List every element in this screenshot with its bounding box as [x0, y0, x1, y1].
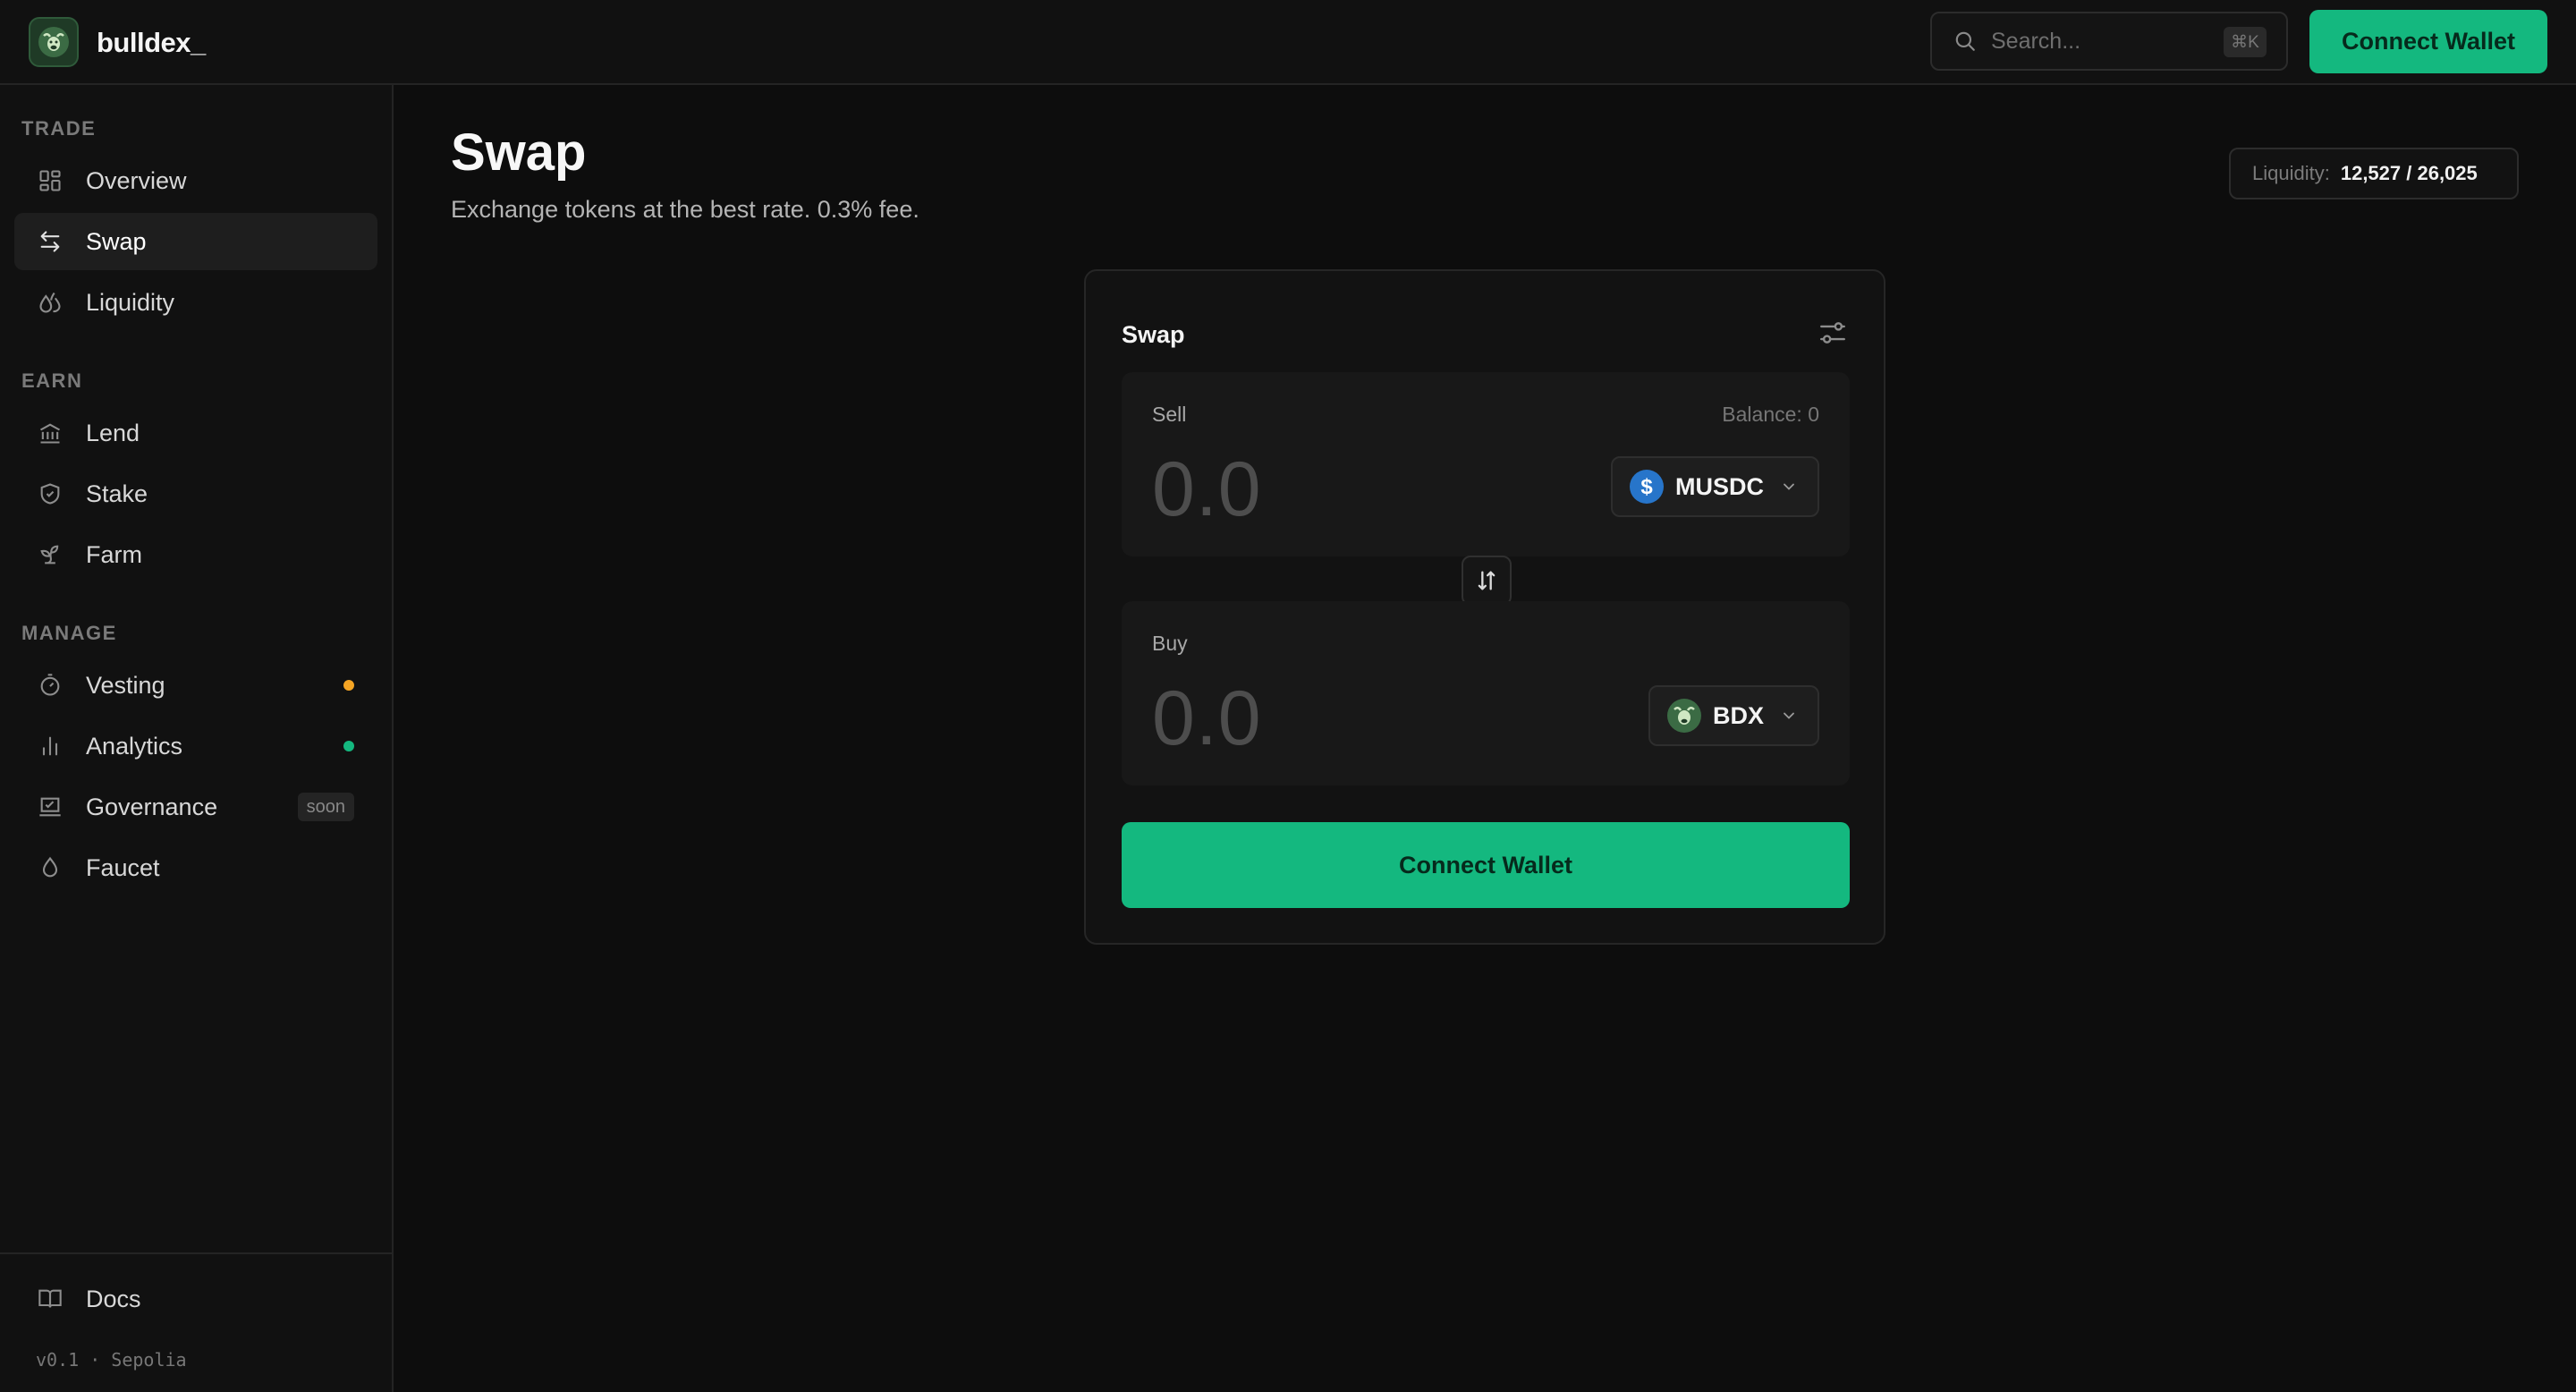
sidebar-item-stake[interactable]: Stake [14, 465, 377, 522]
sell-token-select[interactable]: $ MUSDC [1611, 456, 1819, 517]
sidebar-item-label: Lend [86, 419, 140, 446]
chevron-down-icon [1784, 712, 1794, 719]
svg-text:$: $ [1640, 475, 1653, 499]
soon-badge: soon [297, 793, 354, 821]
section-label-trade: TRADE [21, 117, 97, 140]
sidebar-item-vesting[interactable]: Vesting [14, 657, 377, 714]
sidebar-item-faucet[interactable]: Faucet [14, 839, 377, 896]
droplet-icon [36, 853, 64, 882]
analytics-status-dot [343, 741, 354, 751]
settings-sliders-icon[interactable] [1818, 318, 1848, 348]
usdc-token-icon: $ [1630, 470, 1664, 504]
swap-card-title: Swap [1122, 321, 1185, 348]
sidebar-item-governance[interactable]: Governance soon [14, 778, 377, 836]
swap-direction-button[interactable] [1462, 556, 1512, 606]
buy-label: Buy [1152, 632, 1188, 655]
buy-panel: Buy 0.0 BDX [1122, 601, 1850, 785]
sidebar-item-label: Farm [86, 540, 142, 568]
sidebar-item-label: Swap [86, 227, 147, 255]
page-title: Swap [451, 123, 587, 182]
sidebar-item-label: Liquidity [86, 288, 175, 316]
sidebar: TRADE Overview Swap Liquidity EARN Lend … [0, 85, 394, 1392]
liquidity-label: Liquidity: [2252, 162, 2330, 184]
timer-icon [36, 671, 64, 700]
swap-card: Swap Sell Balance: 0 0.0 $ MUSDC Buy 0.0… [1084, 269, 1885, 945]
sidebar-item-label: Faucet [86, 853, 160, 881]
sidebar-item-lend[interactable]: Lend [14, 404, 377, 462]
vesting-status-dot [343, 680, 354, 691]
sidebar-item-label: Analytics [86, 732, 183, 760]
bdx-token-icon [1666, 699, 1701, 733]
liquidity-value: 12,527 / 26,025 [2340, 162, 2478, 184]
sell-token-name: MUSDC [1675, 472, 1764, 500]
sidebar-item-overview[interactable]: Overview [14, 152, 377, 209]
page-subtitle: Exchange tokens at the best rate. 0.3% f… [451, 196, 919, 223]
bar-chart-icon [36, 732, 64, 760]
sidebar-item-farm[interactable]: Farm [14, 526, 377, 583]
section-label-manage: MANAGE [21, 622, 117, 644]
sell-label: Sell [1152, 403, 1187, 426]
buy-amount-input[interactable]: 0.0 [1152, 675, 1262, 763]
sell-balance: Balance: 0 [1722, 403, 1819, 426]
version-label: v0.1 · Sepolia [36, 1349, 187, 1371]
sidebar-item-label: Overview [86, 166, 187, 194]
buy-token-name: BDX [1712, 701, 1764, 729]
search-input[interactable]: Search... ⌘K [1930, 12, 2288, 71]
swap-arrows-icon [36, 227, 64, 256]
book-icon [36, 1285, 64, 1313]
section-label-earn: EARN [21, 369, 83, 392]
sidebar-item-docs[interactable]: Docs [14, 1270, 377, 1328]
sidebar-item-label: Vesting [86, 671, 165, 699]
sidebar-item-label: Stake [86, 480, 148, 507]
sell-amount-input[interactable]: 0.0 [1152, 446, 1262, 534]
ballot-icon [36, 793, 64, 821]
sidebar-item-label: Docs [86, 1285, 141, 1312]
chevron-down-icon [1784, 483, 1794, 490]
bank-icon [36, 419, 64, 447]
buy-token-select[interactable]: BDX [1648, 685, 1819, 746]
liquidity-stat: Liquidity: 12,527 / 26,025 [2229, 148, 2519, 199]
sell-panel: Sell Balance: 0 0.0 $ MUSDC [1122, 372, 1850, 556]
search-shortcut-badge: ⌘K [2224, 27, 2267, 57]
bulldex-logo-icon[interactable] [29, 17, 79, 67]
sidebar-item-swap[interactable]: Swap [14, 213, 377, 270]
header-connect-wallet-button[interactable]: Connect Wallet [2309, 10, 2547, 73]
sidebar-item-analytics[interactable]: Analytics [14, 717, 377, 775]
brand-name[interactable]: bulldex_ [97, 27, 206, 59]
sidebar-divider [0, 1252, 392, 1254]
sprout-icon [36, 540, 64, 569]
grid-icon [36, 166, 64, 195]
top-bar: bulldex_ Search... ⌘K Connect Wallet [0, 0, 2576, 85]
sidebar-item-label: Governance [86, 793, 218, 820]
search-icon [1955, 31, 1975, 51]
swap-vertical-icon [1478, 571, 1496, 590]
search-placeholder: Search... [1991, 28, 2081, 54]
shield-icon [36, 480, 64, 508]
swap-connect-wallet-button[interactable]: Connect Wallet [1122, 822, 1850, 908]
droplets-icon [36, 288, 64, 317]
sidebar-item-liquidity[interactable]: Liquidity [14, 274, 377, 331]
